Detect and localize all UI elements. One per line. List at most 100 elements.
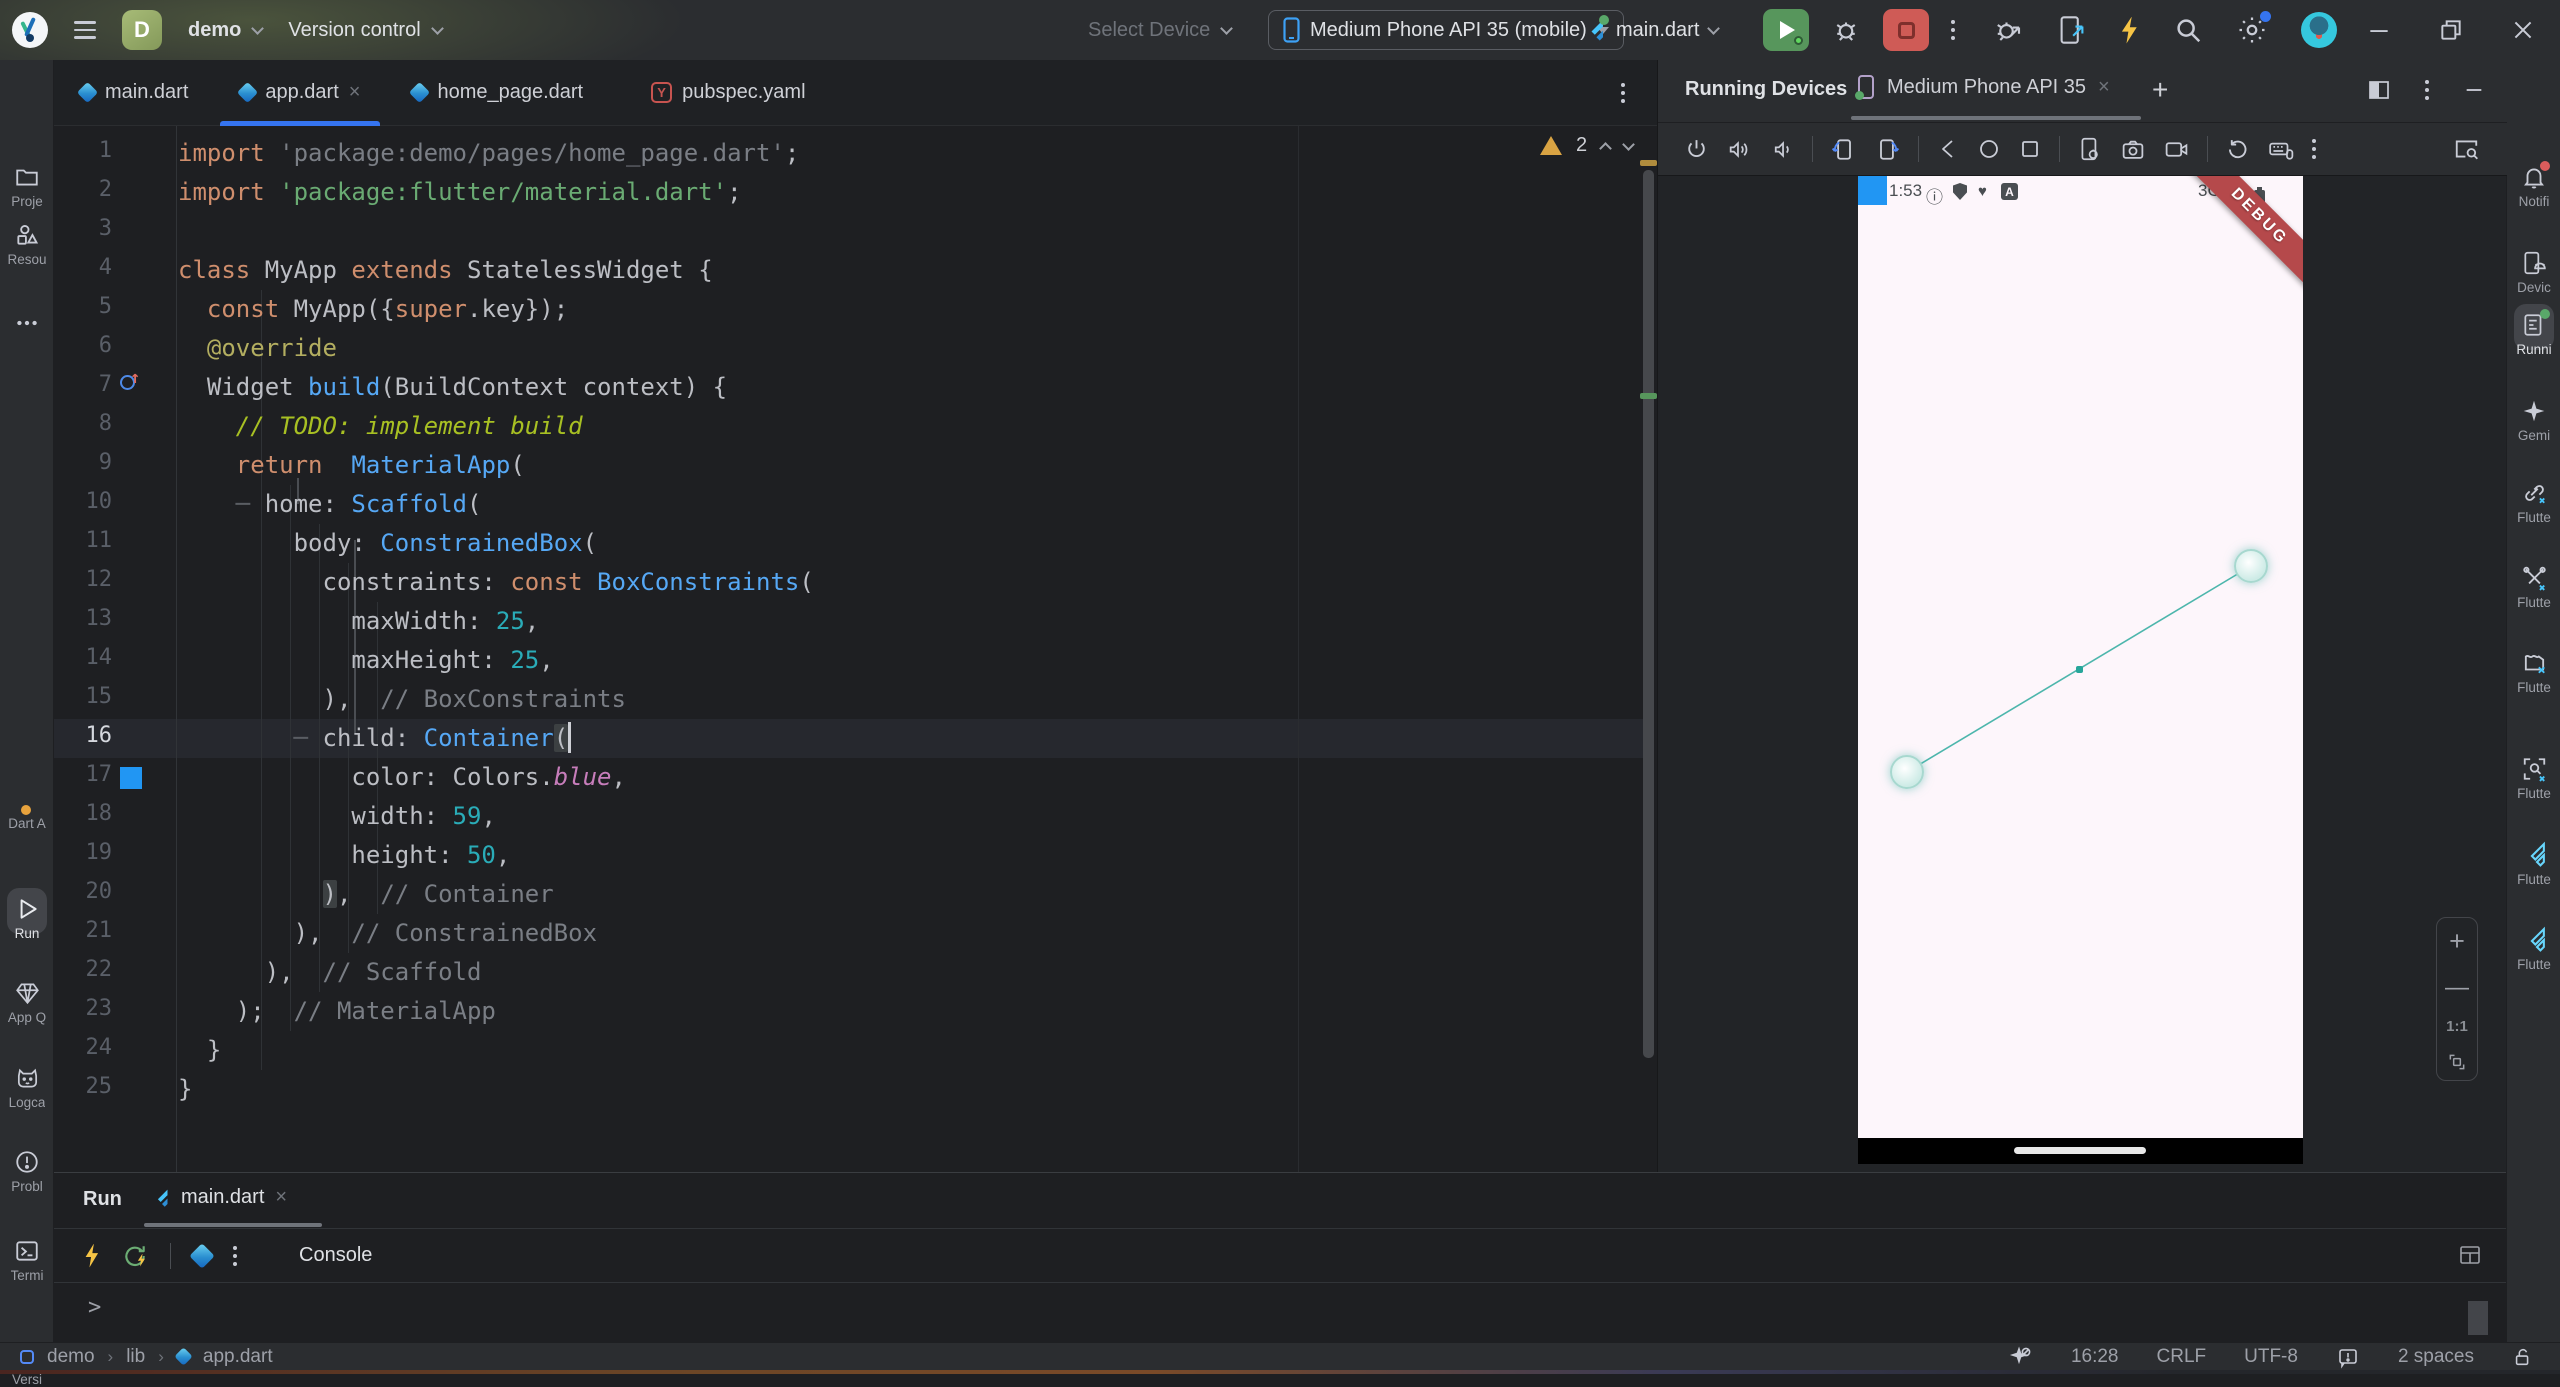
restore-window-icon[interactable] [2438, 17, 2464, 43]
more-actions-icon[interactable] [1951, 20, 1955, 40]
stop-button[interactable] [1883, 9, 1929, 51]
minimize-window-icon[interactable] [2366, 17, 2392, 43]
sidebar-item-problems[interactable]: Probl [0, 1149, 54, 1194]
sidebar-item-running-devices[interactable]: Runni [2507, 309, 2560, 357]
device-selector-dropdown[interactable]: Medium Phone API 35 (mobile) [1268, 10, 1624, 50]
zoom-in-button[interactable]: + [2449, 926, 2465, 957]
run-more-icon[interactable] [233, 1245, 237, 1266]
breadcrumb-dir[interactable]: lib [126, 1346, 145, 1368]
close-tab-icon[interactable]: × [2098, 76, 2110, 99]
sidebar-item-dart-analysis[interactable]: Dart A [0, 805, 54, 831]
settings-gear-icon[interactable] [2237, 11, 2271, 45]
screen-record-icon[interactable] [2163, 137, 2190, 162]
close-tab-icon[interactable]: × [275, 1186, 287, 1209]
color-swatch-icon[interactable] [120, 767, 142, 789]
warning-stripe-mark[interactable] [1640, 160, 1657, 166]
dart-icon[interactable] [189, 1242, 215, 1269]
sidebar-item-notifications[interactable]: Notifi [2507, 161, 2560, 209]
line-ending[interactable]: CRLF [2157, 1346, 2207, 1368]
console-scrollbar[interactable] [2468, 1301, 2488, 1335]
zoom-out-button[interactable]: — [2445, 974, 2469, 1002]
tab-home-page-dart[interactable]: home_page.dart [386, 60, 609, 126]
device-manager-icon[interactable] [2058, 15, 2086, 45]
change-stripe-mark[interactable] [1640, 393, 1657, 399]
run-button[interactable] [1763, 9, 1809, 51]
android-overview-icon[interactable] [2018, 137, 2042, 161]
avatar[interactable] [2301, 12, 2337, 48]
unlock-icon[interactable] [2512, 1345, 2534, 1369]
sidebar-item-project[interactable]: Proje [0, 164, 54, 209]
inspection-highlight-icon[interactable] [2336, 1345, 2360, 1369]
sidebar-item-flutter-outline[interactable]: Flutte [2507, 650, 2560, 695]
console-label[interactable]: Console [299, 1244, 372, 1267]
close-tab-icon[interactable]: × [349, 81, 361, 104]
sidebar-item-app-quality-insights[interactable]: App Q [0, 980, 54, 1025]
screenshot-camera-icon[interactable] [2120, 137, 2146, 162]
console-layout-icon[interactable] [2458, 1243, 2482, 1267]
attach-debugger-icon[interactable] [1994, 15, 2024, 45]
zoom-actual-size-button[interactable]: 1:1 [2446, 1018, 2468, 1035]
next-issue-icon[interactable] [1622, 137, 1635, 151]
hide-panel-icon[interactable] [2463, 79, 2485, 101]
sidebar-item-resource-manager[interactable]: Resou [0, 222, 54, 267]
android-back-icon[interactable] [1936, 137, 1960, 161]
rotate-left-icon[interactable] [1830, 136, 1857, 162]
debug-icon[interactable] [1831, 15, 1861, 45]
device-settings-icon[interactable] [2077, 136, 2103, 162]
tab-app-dart[interactable]: app.dart × [214, 60, 386, 126]
run-tab-main-dart[interactable]: main.dart × [150, 1186, 287, 1209]
hardware-input-icon[interactable] [2267, 136, 2295, 162]
editor-scrollbar[interactable] [1643, 170, 1654, 1058]
run-config-widget[interactable]: main.dart [1582, 0, 1721, 60]
toolbar-more-icon[interactable] [2312, 139, 2316, 159]
file-encoding[interactable]: UTF-8 [2244, 1346, 2298, 1368]
main-menu-icon[interactable] [74, 21, 96, 39]
nav-handle[interactable] [2014, 1147, 2146, 1154]
panel-options-icon[interactable] [2425, 80, 2429, 100]
zoom-fit-icon[interactable] [2447, 1052, 2467, 1072]
hot-reload-icon[interactable] [85, 1243, 99, 1268]
breadcrumb-project[interactable]: demo [47, 1346, 95, 1368]
rotate-right-icon[interactable] [1874, 136, 1901, 162]
power-icon[interactable] [1684, 137, 1709, 162]
hot-restart-icon[interactable] [122, 1243, 148, 1269]
project-widget[interactable]: demo [188, 19, 265, 42]
sidebar-item-flutter-performance[interactable]: Flutte [2507, 565, 2560, 610]
split-view-icon[interactable] [2367, 78, 2391, 102]
inspections-widget[interactable]: 2 [1540, 134, 1635, 157]
device-tab[interactable]: Medium Phone API 35 × [1855, 74, 2110, 100]
tab-options-icon[interactable] [1621, 82, 1625, 103]
sidebar-item-run[interactable]: Run [0, 896, 54, 941]
sidebar-item-gemini[interactable]: Gemi [2507, 398, 2560, 443]
close-window-icon[interactable] [2510, 17, 2536, 43]
sidebar-item-terminal[interactable]: Termi [0, 1238, 54, 1283]
sidebar-item-logcat[interactable]: Logca [0, 1065, 54, 1110]
sidebar-item-flutter-1[interactable]: Flutte [2507, 841, 2560, 887]
breadcrumb-file[interactable]: app.dart [203, 1346, 273, 1368]
caret-position[interactable]: 16:28 [2071, 1346, 2119, 1368]
project-badge[interactable]: D [122, 10, 162, 50]
vcs-widget[interactable]: Version control [288, 19, 444, 42]
search-icon[interactable] [2173, 15, 2203, 45]
android-home-icon[interactable] [1977, 137, 2001, 161]
gutter[interactable]: 1234567891011121314151617181920212223242… [54, 134, 176, 1109]
sidebar-item-flutter-2[interactable]: Flutte [2507, 926, 2560, 972]
override-gutter-icon[interactable] [120, 368, 140, 390]
emulator-device[interactable]: 1:53 ⓘ ♥ A 3G DEBUG [1858, 176, 2303, 1224]
indent-setting[interactable]: 2 spaces [2398, 1346, 2474, 1368]
sidebar-item-device-manager[interactable]: Devic [2507, 250, 2560, 295]
ai-sparkle-off-icon[interactable] [2009, 1345, 2033, 1369]
breadcrumb[interactable]: demo › lib › app.dart [0, 1346, 273, 1368]
code-lines[interactable]: import 'package:demo/pages/home_page.dar… [178, 134, 1640, 1109]
sidebar-item-flutter-inspect[interactable]: Flutte [2507, 756, 2560, 801]
add-device-icon[interactable]: + [2152, 74, 2168, 106]
sidebar-item-flutter-inspector[interactable]: Flutte [2507, 480, 2560, 525]
code-editor[interactable]: 1234567891011121314151617181920212223242… [54, 126, 1657, 1172]
prev-issue-icon[interactable] [1599, 141, 1612, 155]
restart-icon[interactable] [2225, 137, 2250, 162]
hot-reload-bolt-icon[interactable] [2121, 16, 2137, 44]
device-screen[interactable]: 1:53 ⓘ ♥ A 3G DEBUG [1858, 176, 2303, 1138]
volume-up-icon[interactable] [1726, 137, 1752, 162]
device-nav-bar[interactable] [1858, 1138, 2303, 1164]
tab-main-dart[interactable]: main.dart [54, 60, 214, 126]
